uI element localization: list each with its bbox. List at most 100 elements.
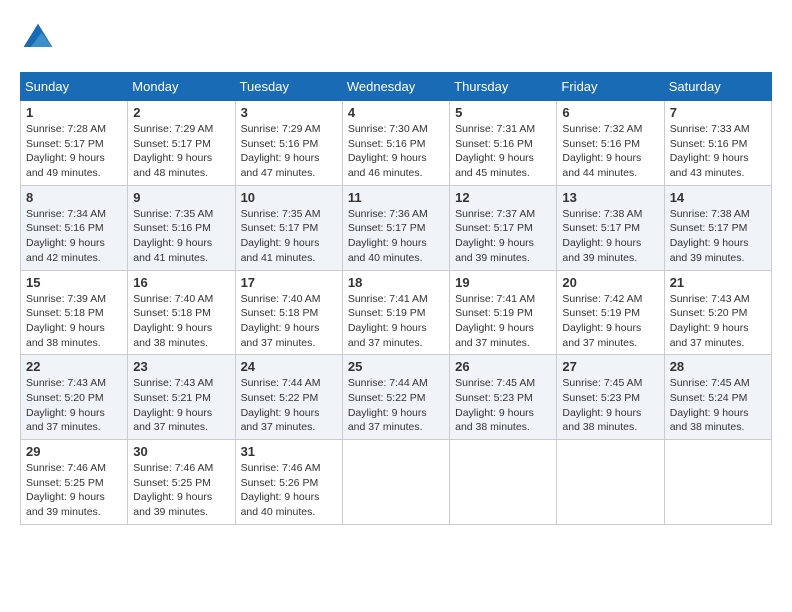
day-info: Sunrise: 7:35 AM Sunset: 5:17 PM Dayligh… (241, 207, 337, 266)
day-info: Sunrise: 7:34 AM Sunset: 5:16 PM Dayligh… (26, 207, 122, 266)
calendar-cell (342, 440, 449, 525)
day-number: 28 (670, 359, 766, 374)
calendar-week-row: 1 Sunrise: 7:28 AM Sunset: 5:17 PM Dayli… (21, 101, 772, 186)
calendar-week-row: 22 Sunrise: 7:43 AM Sunset: 5:20 PM Dayl… (21, 355, 772, 440)
calendar-cell: 15 Sunrise: 7:39 AM Sunset: 5:18 PM Dayl… (21, 270, 128, 355)
calendar-cell (557, 440, 664, 525)
calendar-cell: 23 Sunrise: 7:43 AM Sunset: 5:21 PM Dayl… (128, 355, 235, 440)
day-number: 7 (670, 105, 766, 120)
weekday-header-thursday: Thursday (450, 73, 557, 101)
calendar-cell: 21 Sunrise: 7:43 AM Sunset: 5:20 PM Dayl… (664, 270, 771, 355)
calendar-week-row: 29 Sunrise: 7:46 AM Sunset: 5:25 PM Dayl… (21, 440, 772, 525)
day-info: Sunrise: 7:38 AM Sunset: 5:17 PM Dayligh… (670, 207, 766, 266)
calendar-cell: 28 Sunrise: 7:45 AM Sunset: 5:24 PM Dayl… (664, 355, 771, 440)
calendar-cell: 8 Sunrise: 7:34 AM Sunset: 5:16 PM Dayli… (21, 185, 128, 270)
calendar-cell: 20 Sunrise: 7:42 AM Sunset: 5:19 PM Dayl… (557, 270, 664, 355)
day-number: 14 (670, 190, 766, 205)
day-info: Sunrise: 7:46 AM Sunset: 5:25 PM Dayligh… (26, 461, 122, 520)
weekday-header-monday: Monday (128, 73, 235, 101)
calendar-cell: 4 Sunrise: 7:30 AM Sunset: 5:16 PM Dayli… (342, 101, 449, 186)
day-info: Sunrise: 7:29 AM Sunset: 5:17 PM Dayligh… (133, 122, 229, 181)
day-number: 15 (26, 275, 122, 290)
weekday-header-tuesday: Tuesday (235, 73, 342, 101)
day-number: 23 (133, 359, 229, 374)
calendar-week-row: 15 Sunrise: 7:39 AM Sunset: 5:18 PM Dayl… (21, 270, 772, 355)
day-number: 18 (348, 275, 444, 290)
day-info: Sunrise: 7:36 AM Sunset: 5:17 PM Dayligh… (348, 207, 444, 266)
day-number: 26 (455, 359, 551, 374)
day-info: Sunrise: 7:41 AM Sunset: 5:19 PM Dayligh… (348, 292, 444, 351)
day-number: 1 (26, 105, 122, 120)
calendar-cell (664, 440, 771, 525)
calendar-cell: 9 Sunrise: 7:35 AM Sunset: 5:16 PM Dayli… (128, 185, 235, 270)
calendar-cell: 5 Sunrise: 7:31 AM Sunset: 5:16 PM Dayli… (450, 101, 557, 186)
calendar-cell: 24 Sunrise: 7:44 AM Sunset: 5:22 PM Dayl… (235, 355, 342, 440)
calendar-cell: 7 Sunrise: 7:33 AM Sunset: 5:16 PM Dayli… (664, 101, 771, 186)
day-info: Sunrise: 7:37 AM Sunset: 5:17 PM Dayligh… (455, 207, 551, 266)
calendar-cell: 2 Sunrise: 7:29 AM Sunset: 5:17 PM Dayli… (128, 101, 235, 186)
day-number: 17 (241, 275, 337, 290)
day-info: Sunrise: 7:43 AM Sunset: 5:21 PM Dayligh… (133, 376, 229, 435)
calendar-cell: 1 Sunrise: 7:28 AM Sunset: 5:17 PM Dayli… (21, 101, 128, 186)
day-number: 4 (348, 105, 444, 120)
calendar-cell: 31 Sunrise: 7:46 AM Sunset: 5:26 PM Dayl… (235, 440, 342, 525)
logo (20, 20, 60, 56)
day-info: Sunrise: 7:46 AM Sunset: 5:26 PM Dayligh… (241, 461, 337, 520)
day-number: 31 (241, 444, 337, 459)
weekday-header-saturday: Saturday (664, 73, 771, 101)
calendar-cell: 3 Sunrise: 7:29 AM Sunset: 5:16 PM Dayli… (235, 101, 342, 186)
calendar-cell: 10 Sunrise: 7:35 AM Sunset: 5:17 PM Dayl… (235, 185, 342, 270)
day-number: 2 (133, 105, 229, 120)
day-info: Sunrise: 7:32 AM Sunset: 5:16 PM Dayligh… (562, 122, 658, 181)
day-number: 6 (562, 105, 658, 120)
day-info: Sunrise: 7:33 AM Sunset: 5:16 PM Dayligh… (670, 122, 766, 181)
weekday-header-friday: Friday (557, 73, 664, 101)
day-number: 19 (455, 275, 551, 290)
day-number: 30 (133, 444, 229, 459)
day-number: 16 (133, 275, 229, 290)
calendar-cell: 30 Sunrise: 7:46 AM Sunset: 5:25 PM Dayl… (128, 440, 235, 525)
day-info: Sunrise: 7:45 AM Sunset: 5:24 PM Dayligh… (670, 376, 766, 435)
day-info: Sunrise: 7:40 AM Sunset: 5:18 PM Dayligh… (133, 292, 229, 351)
day-number: 12 (455, 190, 551, 205)
calendar-cell (450, 440, 557, 525)
day-info: Sunrise: 7:38 AM Sunset: 5:17 PM Dayligh… (562, 207, 658, 266)
day-number: 24 (241, 359, 337, 374)
day-info: Sunrise: 7:44 AM Sunset: 5:22 PM Dayligh… (241, 376, 337, 435)
day-info: Sunrise: 7:39 AM Sunset: 5:18 PM Dayligh… (26, 292, 122, 351)
day-info: Sunrise: 7:40 AM Sunset: 5:18 PM Dayligh… (241, 292, 337, 351)
day-info: Sunrise: 7:29 AM Sunset: 5:16 PM Dayligh… (241, 122, 337, 181)
logo-icon (20, 20, 56, 56)
calendar-cell: 17 Sunrise: 7:40 AM Sunset: 5:18 PM Dayl… (235, 270, 342, 355)
day-number: 29 (26, 444, 122, 459)
day-number: 10 (241, 190, 337, 205)
day-number: 20 (562, 275, 658, 290)
calendar-cell: 27 Sunrise: 7:45 AM Sunset: 5:23 PM Dayl… (557, 355, 664, 440)
day-info: Sunrise: 7:28 AM Sunset: 5:17 PM Dayligh… (26, 122, 122, 181)
calendar-cell: 18 Sunrise: 7:41 AM Sunset: 5:19 PM Dayl… (342, 270, 449, 355)
calendar-cell: 13 Sunrise: 7:38 AM Sunset: 5:17 PM Dayl… (557, 185, 664, 270)
day-info: Sunrise: 7:41 AM Sunset: 5:19 PM Dayligh… (455, 292, 551, 351)
calendar-cell: 6 Sunrise: 7:32 AM Sunset: 5:16 PM Dayli… (557, 101, 664, 186)
calendar-cell: 29 Sunrise: 7:46 AM Sunset: 5:25 PM Dayl… (21, 440, 128, 525)
day-number: 13 (562, 190, 658, 205)
day-info: Sunrise: 7:31 AM Sunset: 5:16 PM Dayligh… (455, 122, 551, 181)
day-number: 22 (26, 359, 122, 374)
calendar-week-row: 8 Sunrise: 7:34 AM Sunset: 5:16 PM Dayli… (21, 185, 772, 270)
weekday-header-row: SundayMondayTuesdayWednesdayThursdayFrid… (21, 73, 772, 101)
day-number: 9 (133, 190, 229, 205)
calendar-cell: 16 Sunrise: 7:40 AM Sunset: 5:18 PM Dayl… (128, 270, 235, 355)
day-number: 27 (562, 359, 658, 374)
weekday-header-sunday: Sunday (21, 73, 128, 101)
calendar-table: SundayMondayTuesdayWednesdayThursdayFrid… (20, 72, 772, 525)
calendar-cell: 12 Sunrise: 7:37 AM Sunset: 5:17 PM Dayl… (450, 185, 557, 270)
day-number: 5 (455, 105, 551, 120)
day-info: Sunrise: 7:44 AM Sunset: 5:22 PM Dayligh… (348, 376, 444, 435)
day-number: 11 (348, 190, 444, 205)
day-info: Sunrise: 7:43 AM Sunset: 5:20 PM Dayligh… (670, 292, 766, 351)
day-number: 3 (241, 105, 337, 120)
day-info: Sunrise: 7:30 AM Sunset: 5:16 PM Dayligh… (348, 122, 444, 181)
calendar-cell: 19 Sunrise: 7:41 AM Sunset: 5:19 PM Dayl… (450, 270, 557, 355)
day-info: Sunrise: 7:46 AM Sunset: 5:25 PM Dayligh… (133, 461, 229, 520)
day-info: Sunrise: 7:42 AM Sunset: 5:19 PM Dayligh… (562, 292, 658, 351)
